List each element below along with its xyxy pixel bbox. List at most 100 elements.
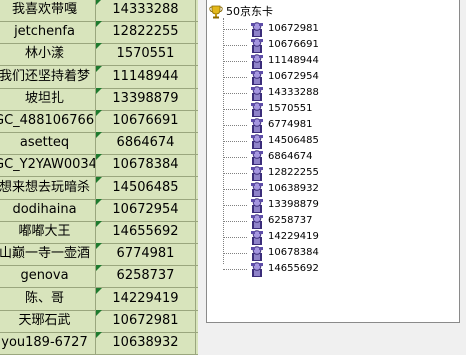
sheet-row: dodihaina 10672954	[0, 198, 198, 222]
tree-item[interactable]: 6258737	[223, 213, 313, 229]
name-cell[interactable]: 我喜欢带嘎	[0, 0, 96, 21]
tree-item-label: 10676691	[268, 39, 319, 50]
tree-connector	[223, 76, 247, 78]
tree-item-label: 14229419	[268, 231, 319, 242]
id-cell[interactable]: 6864674	[96, 132, 196, 155]
tree-item[interactable]: 10638932	[223, 181, 319, 197]
id-cell[interactable]: 6774981	[96, 243, 196, 266]
sheet-row: 天琊石武 10672981	[0, 309, 198, 333]
tree-item-label: 10672981	[268, 23, 319, 34]
user-icon	[251, 165, 263, 181]
tree-item[interactable]: 12822255	[223, 165, 319, 181]
sheet-row: you189-6727 10638932	[0, 332, 198, 355]
name-cell[interactable]: dodihaina	[0, 198, 96, 221]
name-cell[interactable]: asetteq	[0, 132, 96, 155]
id-cell[interactable]: 14333288	[96, 0, 196, 21]
name-cell[interactable]: 林小漾	[0, 43, 96, 66]
tree-root-label: 50京东卡	[226, 5, 273, 18]
tree-connector	[223, 156, 247, 158]
tree-item-label: 6258737	[268, 215, 313, 226]
tree-connector	[223, 124, 247, 126]
id-cell[interactable]: 13398879	[96, 87, 196, 110]
tree-item-label: 14333288	[268, 87, 319, 98]
tree-connector	[223, 108, 247, 110]
user-icon	[251, 245, 263, 261]
user-icon	[251, 261, 263, 277]
tree-item[interactable]: 13398879	[223, 197, 319, 213]
tree-connector	[223, 252, 247, 254]
name-cell[interactable]: GC_4881067669	[0, 110, 96, 132]
sheet-row: 我们还坚持着梦 11148944	[0, 65, 198, 89]
tree-connector	[223, 92, 247, 94]
tree-item-label: 6864674	[268, 151, 313, 162]
id-cell[interactable]: 14229419	[96, 287, 196, 310]
name-cell[interactable]: 嘟嘟大王	[0, 221, 96, 243]
tree-item-label: 10678384	[268, 247, 319, 258]
id-cell[interactable]: 14655692	[96, 221, 196, 243]
id-cell[interactable]: 6258737	[96, 265, 196, 288]
user-icon	[251, 53, 263, 69]
id-cell[interactable]: 12822255	[96, 21, 196, 44]
tree-item-label: 1570551	[268, 103, 313, 114]
tree-item[interactable]: 14506485	[223, 133, 319, 149]
id-cell[interactable]: 10672954	[96, 198, 196, 221]
tree-item[interactable]: 10672981	[223, 21, 319, 37]
tree-item[interactable]: 14229419	[223, 229, 319, 245]
tree-connector	[223, 204, 247, 206]
tree-item[interactable]: 10678384	[223, 245, 319, 261]
user-icon	[251, 69, 263, 85]
tree-root[interactable]: 50京东卡	[209, 5, 273, 19]
tree-item[interactable]: 14333288	[223, 85, 319, 101]
tree-item[interactable]: 6774981	[223, 117, 313, 133]
tree-connector	[223, 236, 247, 238]
id-cell[interactable]: 1570551	[96, 43, 196, 66]
name-cell[interactable]: 我们还坚持着梦	[0, 65, 96, 88]
user-icon	[251, 149, 263, 165]
tree-item[interactable]: 1570551	[223, 101, 313, 117]
tree-item-label: 10672954	[268, 71, 319, 82]
tree-item-label: 11148944	[268, 55, 319, 66]
user-icon	[251, 229, 263, 245]
name-cell[interactable]: jetchenfa	[0, 21, 96, 44]
sheet-row: asetteq 6864674	[0, 132, 198, 156]
sheet-row: jetchenfa 12822255	[0, 21, 198, 45]
sheet-row: 林小漾 1570551	[0, 43, 198, 67]
id-cell[interactable]: 14506485	[96, 176, 196, 199]
tree-item[interactable]: 10672954	[223, 69, 319, 85]
user-icon	[251, 133, 263, 149]
tree-connector	[223, 44, 247, 46]
name-cell[interactable]: 陈、哥	[0, 287, 96, 310]
id-cell[interactable]: 10672981	[96, 309, 196, 332]
tree-item-label: 13398879	[268, 199, 319, 210]
tree-connector	[223, 172, 247, 174]
tree-connector	[223, 220, 247, 222]
name-cell[interactable]: you189-6727	[0, 332, 96, 354]
name-cell[interactable]: 山巅一寺一壶酒	[0, 243, 96, 266]
spreadsheet-fragment: 我喜欢带嘎 14333288 jetchenfa 12822255 林小漾 1570551…	[0, 0, 198, 355]
sheet-row: genova 6258737	[0, 265, 198, 289]
user-icon	[251, 197, 263, 213]
trophy-icon	[209, 5, 223, 19]
tree-item[interactable]: 6864674	[223, 149, 313, 165]
name-cell[interactable]: genova	[0, 265, 96, 288]
tree-item[interactable]: 10676691	[223, 37, 319, 53]
tree-item-label: 10638932	[268, 183, 319, 194]
name-cell[interactable]: GC_Y2YAW0034	[0, 154, 96, 177]
user-icon	[251, 37, 263, 53]
id-cell[interactable]: 10678384	[96, 154, 196, 177]
sheet-row: 陈、哥 14229419	[0, 287, 198, 311]
tree-connector	[223, 268, 247, 270]
name-cell[interactable]: 想来想去玩暗杀	[0, 176, 96, 199]
user-icon	[251, 213, 263, 229]
id-cell[interactable]: 10638932	[96, 332, 196, 354]
tree-item[interactable]: 11148944	[223, 53, 319, 69]
id-cell[interactable]: 10676691	[96, 110, 196, 132]
id-cell[interactable]: 11148944	[96, 65, 196, 88]
tree-item[interactable]: 14655692	[223, 261, 319, 277]
tree-view[interactable]: 50京东卡 10672981 10676691 11148944 10672954 14…	[206, 0, 460, 323]
user-icon	[251, 117, 263, 133]
name-cell[interactable]: 天琊石武	[0, 309, 96, 332]
sheet-row: GC_488106766910676691	[0, 110, 198, 133]
tree-item-label: 14655692	[268, 263, 319, 274]
name-cell[interactable]: 坡坦扎	[0, 87, 96, 110]
